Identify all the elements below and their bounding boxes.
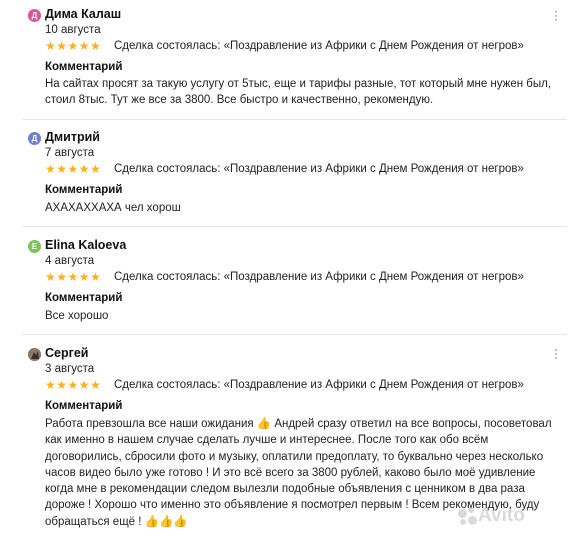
comment-text: На сайтах просят за такую услугу от 5тыс… [45, 78, 552, 107]
review-date: 7 августа [45, 147, 95, 159]
divider [22, 119, 567, 120]
reviewer-name[interactable]: Дмитрий [45, 130, 100, 144]
avatar[interactable]: Д [28, 9, 41, 22]
rating-stars: ★★★★★ [45, 378, 102, 392]
comment-text: АХАХАХХАХА чел хорош [45, 202, 181, 214]
comment-text: Все хорошо [45, 310, 109, 322]
deal-status: Сделка состоялась: «Поздравление из Афри… [114, 163, 524, 175]
rating-stars: ★★★★★ [45, 162, 102, 176]
review-date: 4 августа [45, 255, 95, 267]
avito-logo-icon [458, 507, 478, 529]
avatar[interactable]: E [28, 240, 41, 253]
more-vertical-icon[interactable]: · · · [551, 7, 561, 26]
reviewer-name[interactable]: Elina Kaloeva [45, 238, 126, 252]
comment-label: Комментарий [45, 292, 123, 304]
divider [22, 226, 567, 227]
deal-status: Сделка состоялась: «Поздравление из Афри… [114, 40, 524, 52]
more-vertical-icon[interactable]: · · · [551, 345, 561, 364]
avatar[interactable] [28, 348, 41, 361]
rating-stars: ★★★★★ [45, 39, 102, 53]
comment-label: Комментарий [45, 400, 123, 412]
avatar-photo-icon [28, 348, 41, 361]
rating-stars: ★★★★★ [45, 270, 102, 284]
review-date: 10 августа [45, 24, 101, 36]
reviewer-name[interactable]: Дима Калаш [45, 7, 121, 21]
divider [22, 334, 567, 335]
watermark: Avito [478, 505, 525, 526]
reviewer-name[interactable]: Сергей [45, 346, 88, 360]
deal-status: Сделка состоялась: «Поздравление из Афри… [114, 271, 524, 283]
comment-label: Комментарий [45, 61, 123, 73]
comment-label: Комментарий [45, 184, 123, 196]
deal-status: Сделка состоялась: «Поздравление из Афри… [114, 379, 524, 391]
avatar[interactable]: Д [28, 132, 41, 145]
review-date: 3 августа [45, 363, 95, 375]
